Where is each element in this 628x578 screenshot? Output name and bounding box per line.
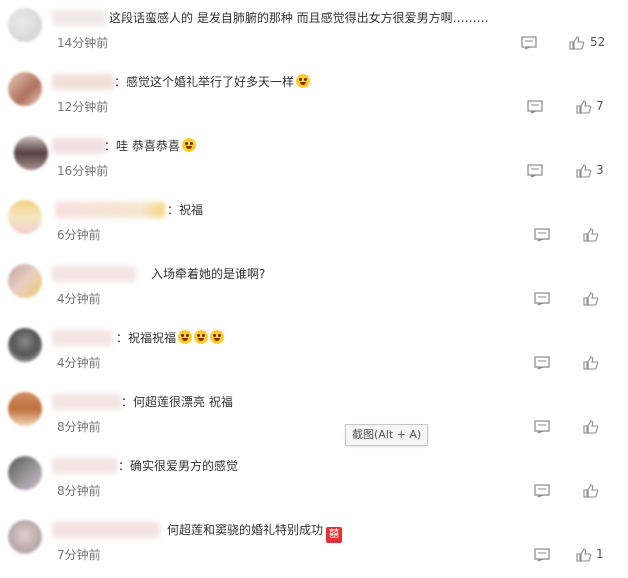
username-blurred[interactable] <box>52 74 114 90</box>
comment-text: ：确实很爱男方的感觉 <box>118 459 239 473</box>
thumbs-up-icon[interactable] <box>583 356 599 370</box>
comment-time: 4分钟前 <box>57 356 101 370</box>
comment-time: 4分钟前 <box>57 292 101 306</box>
thumbs-up-icon[interactable] <box>583 420 599 434</box>
avatar[interactable] <box>14 136 48 170</box>
comment-text: 入场牵着她的是谁啊? <box>151 267 266 281</box>
crying-emoji-icon <box>181 138 196 152</box>
crying-emoji-icon <box>178 330 193 344</box>
comment-icon[interactable] <box>534 292 550 306</box>
like-count: 3 <box>596 163 604 177</box>
comment-row: ：祝福祝福 4分钟前 <box>0 322 628 386</box>
like-count: 1 <box>596 547 604 561</box>
avatar[interactable] <box>8 8 42 42</box>
username-blurred[interactable] <box>52 10 106 26</box>
thumbs-up-icon[interactable] <box>576 548 592 562</box>
screenshot-tooltip: 截图(Alt + A) <box>345 424 429 446</box>
comment-text: ：何超莲很漂亮 祝福 <box>121 395 233 409</box>
like-count: 52 <box>590 35 606 49</box>
username-blurred[interactable] <box>52 138 106 154</box>
comment-row: 何超莲和窦骁的婚礼特别成功囍 7分钟前 1 <box>0 514 628 578</box>
comment-text: 这段话蛮感人的 是发自肺腑的那种 而且感觉得出女方很爱男方啊……… <box>109 11 489 25</box>
avatar[interactable] <box>8 392 42 426</box>
comment-row: 这段话蛮感人的 是发自肺腑的那种 而且感觉得出女方很爱男方啊……… 14分钟前 … <box>0 2 628 66</box>
username-blurred[interactable] <box>55 202 165 218</box>
comment-icon[interactable] <box>527 100 543 114</box>
comment-time: 8分钟前 <box>57 420 101 434</box>
comment-icon[interactable] <box>534 484 550 498</box>
comment-time: 8分钟前 <box>57 484 101 498</box>
avatar[interactable] <box>8 456 42 490</box>
username-blurred[interactable] <box>52 458 118 474</box>
thumbs-up-icon[interactable] <box>576 164 592 178</box>
avatar[interactable] <box>8 520 42 554</box>
comment-text: ：祝福 <box>167 203 204 217</box>
username-blurred[interactable] <box>52 394 122 410</box>
comment-text: 何超莲和窦骁的婚礼特别成功囍 <box>167 521 343 543</box>
comment-icon[interactable] <box>534 228 550 242</box>
comment-icon[interactable] <box>534 548 550 562</box>
crying-emoji-icon <box>210 330 225 344</box>
comment-time: 12分钟前 <box>57 100 109 114</box>
comment-text: ：感觉这个婚礼举行了好多天一样 <box>114 73 311 91</box>
comment-row: ：感觉这个婚礼举行了好多天一样 12分钟前 7 <box>0 66 628 130</box>
comment-row: ：祝福 6分钟前 <box>0 194 628 258</box>
laughing-emoji-icon <box>296 74 311 88</box>
comment-icon[interactable] <box>527 164 543 178</box>
comment-time: 14分钟前 <box>57 36 109 50</box>
thumbs-up-icon[interactable] <box>583 292 599 306</box>
avatar[interactable] <box>8 328 42 362</box>
username-blurred[interactable] <box>52 266 136 282</box>
comment-icon[interactable] <box>521 36 537 50</box>
comment-time: 6分钟前 <box>57 228 101 242</box>
thumbs-up-icon[interactable] <box>583 484 599 498</box>
comment-row: 入场牵着她的是谁啊? 4分钟前 <box>0 258 628 322</box>
thumbs-up-icon[interactable] <box>576 100 592 114</box>
comment-row: ：何超莲很漂亮 祝福 8分钟前 <box>0 386 628 450</box>
thumbs-up-icon[interactable] <box>569 36 585 50</box>
comment-icon[interactable] <box>534 356 550 370</box>
comment-time: 16分钟前 <box>57 164 109 178</box>
double-happiness-emoji-icon: 囍 <box>326 527 343 543</box>
username-blurred[interactable] <box>52 330 112 346</box>
thumbs-up-icon[interactable] <box>583 228 599 242</box>
comment-row: ：哇 恭喜恭喜 16分钟前 3 <box>0 130 628 194</box>
comment-text: ：哇 恭喜恭喜 <box>104 137 196 155</box>
crying-emoji-icon <box>194 330 209 344</box>
username-blurred[interactable] <box>52 522 160 538</box>
like-count: 7 <box>596 99 604 113</box>
comment-time: 7分钟前 <box>57 548 101 562</box>
avatar[interactable] <box>8 264 42 298</box>
comment-row: ：确实很爱男方的感觉 8分钟前 <box>0 450 628 514</box>
avatar[interactable] <box>8 72 42 106</box>
comment-text: ：祝福祝福 <box>116 329 225 347</box>
avatar[interactable] <box>8 200 42 234</box>
comment-icon[interactable] <box>534 420 550 434</box>
